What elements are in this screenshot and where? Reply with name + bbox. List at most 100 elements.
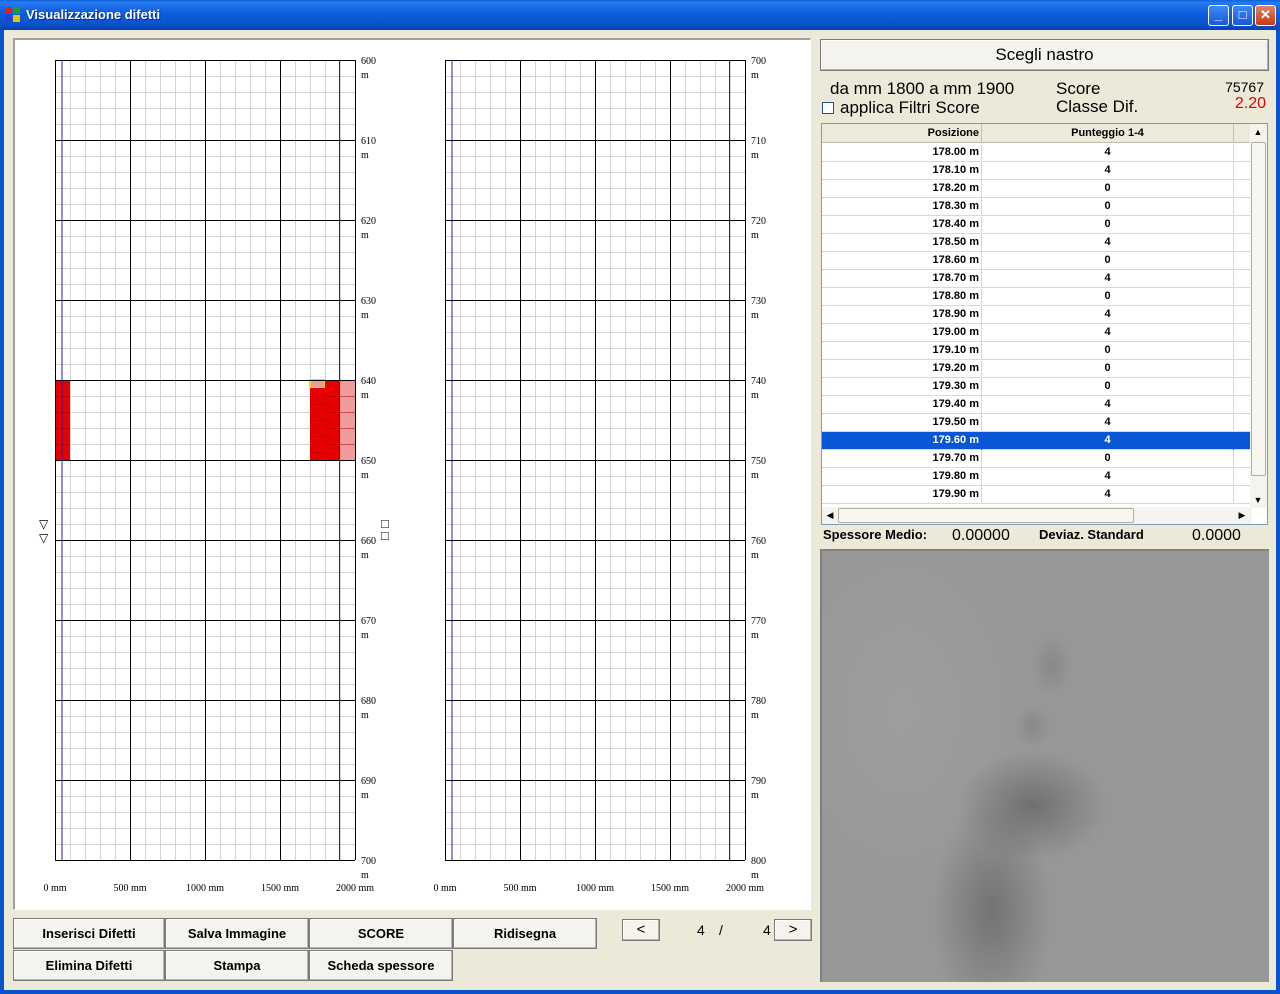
app-icon — [5, 7, 21, 23]
prev-page-button[interactable]: < — [622, 919, 660, 941]
cell-punteggio: 4 — [982, 234, 1234, 252]
table-row[interactable]: 179.00 m4 — [822, 324, 1252, 342]
col-posizione-header[interactable]: Posizione — [822, 124, 982, 143]
table-row[interactable]: 179.50 m4 — [822, 414, 1252, 432]
y-tick-unit: m — [751, 710, 759, 721]
table-row[interactable]: 179.10 m0 — [822, 342, 1252, 360]
scroll-down-arrow-icon[interactable]: ▼ — [1250, 492, 1266, 508]
table-row[interactable]: 178.70 m4 — [822, 270, 1252, 288]
elimina-difetti-button[interactable]: Elimina Difetti — [13, 950, 165, 981]
defect-map-panel: 600 m 610 m 620 m 630 m 640 m 650 m 660 m 670 m 680 m 690 m… — [13, 38, 811, 910]
classe-label: Classe Dif. — [1056, 97, 1139, 116]
x-tick-label: 500 mm — [113, 883, 146, 894]
cell-punteggio: 4 — [982, 468, 1234, 486]
y-tick-label: 700 — [361, 856, 376, 867]
y-tick-unit: m — [361, 710, 369, 721]
marker-triangle-icon: ▽ — [39, 531, 49, 545]
table-row[interactable]: 178.30 m0 — [822, 198, 1252, 216]
cell-posizione: 178.50 m — [822, 234, 982, 252]
scegli-nastro-button[interactable]: Scegli nastro — [820, 39, 1269, 71]
defect-cell — [340, 380, 355, 460]
table-row[interactable]: 178.60 m0 — [822, 252, 1252, 270]
vertical-scrollbar[interactable]: ▲ ▼ — [1250, 124, 1267, 508]
cell-posizione: 178.10 m — [822, 162, 982, 180]
table-row[interactable]: 178.80 m0 — [822, 288, 1252, 306]
stampa-button[interactable]: Stampa — [165, 950, 309, 981]
table-row[interactable]: 178.90 m4 — [822, 306, 1252, 324]
table-row[interactable]: 179.60 m4 — [822, 432, 1252, 450]
cell-posizione: 179.90 m — [822, 486, 982, 504]
y-tick-label: 690 — [361, 776, 376, 787]
next-page-button[interactable]: > — [774, 919, 812, 941]
scroll-up-arrow-icon[interactable]: ▲ — [1250, 124, 1266, 140]
y-tick-unit: m — [751, 550, 759, 561]
y-tick-unit: m — [751, 390, 759, 401]
y-tick-label: 710 — [751, 136, 766, 147]
spessore-medio-value: 0.00000 — [952, 527, 1010, 544]
horizontal-scrollbar[interactable]: ◀ ▶ — [822, 507, 1252, 524]
x-tick-label: 0 mm — [43, 883, 66, 894]
salva-immagine-button[interactable]: Salva Immagine — [165, 918, 309, 949]
cell-posizione: 178.20 m — [822, 180, 982, 198]
horizontal-scroll-thumb[interactable] — [838, 508, 1134, 523]
y-tick-unit: m — [361, 150, 369, 161]
cell-posizione: 179.10 m — [822, 342, 982, 360]
page-total: 4 — [763, 922, 771, 938]
score-button[interactable]: SCORE — [309, 918, 453, 949]
score-label: Score — [1056, 79, 1101, 98]
vertical-scroll-thumb[interactable] — [1251, 142, 1266, 476]
page-separator: / — [719, 922, 723, 938]
cell-punteggio: 4 — [982, 414, 1234, 432]
scheda-spessore-button[interactable]: Scheda spessore — [309, 950, 453, 981]
y-tick-unit: m — [361, 870, 369, 881]
y-tick-unit: m — [361, 310, 369, 321]
table-row[interactable]: 179.80 m4 — [822, 468, 1252, 486]
col-punteggio-header[interactable]: Punteggio 1-4 — [982, 124, 1234, 143]
cell-posizione: 179.50 m — [822, 414, 982, 432]
title-bar: Visualizzazione difetti _ □ ✕ — [0, 0, 1280, 30]
table-row[interactable]: 179.70 m0 — [822, 450, 1252, 468]
cell-punteggio: 4 — [982, 396, 1234, 414]
window-frame-left — [0, 30, 4, 994]
inserisci-difetti-button[interactable]: Inserisci Difetti — [13, 918, 165, 949]
y-tick-label: 720 — [751, 216, 766, 227]
y-tick-unit: m — [751, 470, 759, 481]
filtri-score-checkbox[interactable] — [822, 102, 834, 114]
y-tick-unit: m — [361, 790, 369, 801]
cell-punteggio: 0 — [982, 288, 1234, 306]
cell-posizione: 178.90 m — [822, 306, 982, 324]
table-row[interactable]: 178.10 m4 — [822, 162, 1252, 180]
y-tick-unit: m — [361, 390, 369, 401]
table-row[interactable]: 178.00 m4 — [822, 144, 1252, 162]
y-tick-unit: m — [751, 790, 759, 801]
positions-table[interactable]: Posizione Punteggio 1-4 178.00 m 4 178.10 … — [821, 123, 1268, 525]
window-frame-bottom — [0, 990, 1280, 994]
cell-punteggio: 4 — [982, 162, 1234, 180]
maximize-button[interactable]: □ — [1232, 5, 1253, 26]
table-row[interactable]: 179.40 m4 — [822, 396, 1252, 414]
close-button[interactable]: ✕ — [1255, 5, 1276, 26]
cell-punteggio: 0 — [982, 216, 1234, 234]
y-tick-label: 700 — [751, 56, 766, 67]
table-row[interactable]: 178.20 m0 — [822, 180, 1252, 198]
cell-punteggio: 0 — [982, 198, 1234, 216]
table-row[interactable]: 179.90 m4 — [822, 486, 1252, 504]
y-tick-unit: m — [361, 70, 369, 81]
table-row[interactable]: 178.50 m4 — [822, 234, 1252, 252]
window-title: Visualizzazione difetti — [26, 7, 161, 22]
y-tick-label: 770 — [751, 616, 766, 627]
scroll-right-arrow-icon[interactable]: ▶ — [1234, 507, 1250, 523]
y-tick-unit: m — [751, 230, 759, 241]
table-row[interactable]: 179.30 m0 — [822, 378, 1252, 396]
scroll-left-arrow-icon[interactable]: ◀ — [822, 507, 838, 523]
y-tick-label: 670 — [361, 616, 376, 627]
table-row[interactable]: 178.40 m0 — [822, 216, 1252, 234]
cell-punteggio: 4 — [982, 486, 1234, 504]
cell-posizione: 178.70 m — [822, 270, 982, 288]
ridisegna-button[interactable]: Ridisegna — [453, 918, 597, 949]
minimize-button[interactable]: _ — [1208, 5, 1229, 26]
filtri-score-label: applica Filtri Score — [840, 98, 980, 117]
y-tick-label: 610 — [361, 136, 376, 147]
table-row[interactable]: 179.20 m0 — [822, 360, 1252, 378]
y-tick-unit: m — [751, 870, 759, 881]
